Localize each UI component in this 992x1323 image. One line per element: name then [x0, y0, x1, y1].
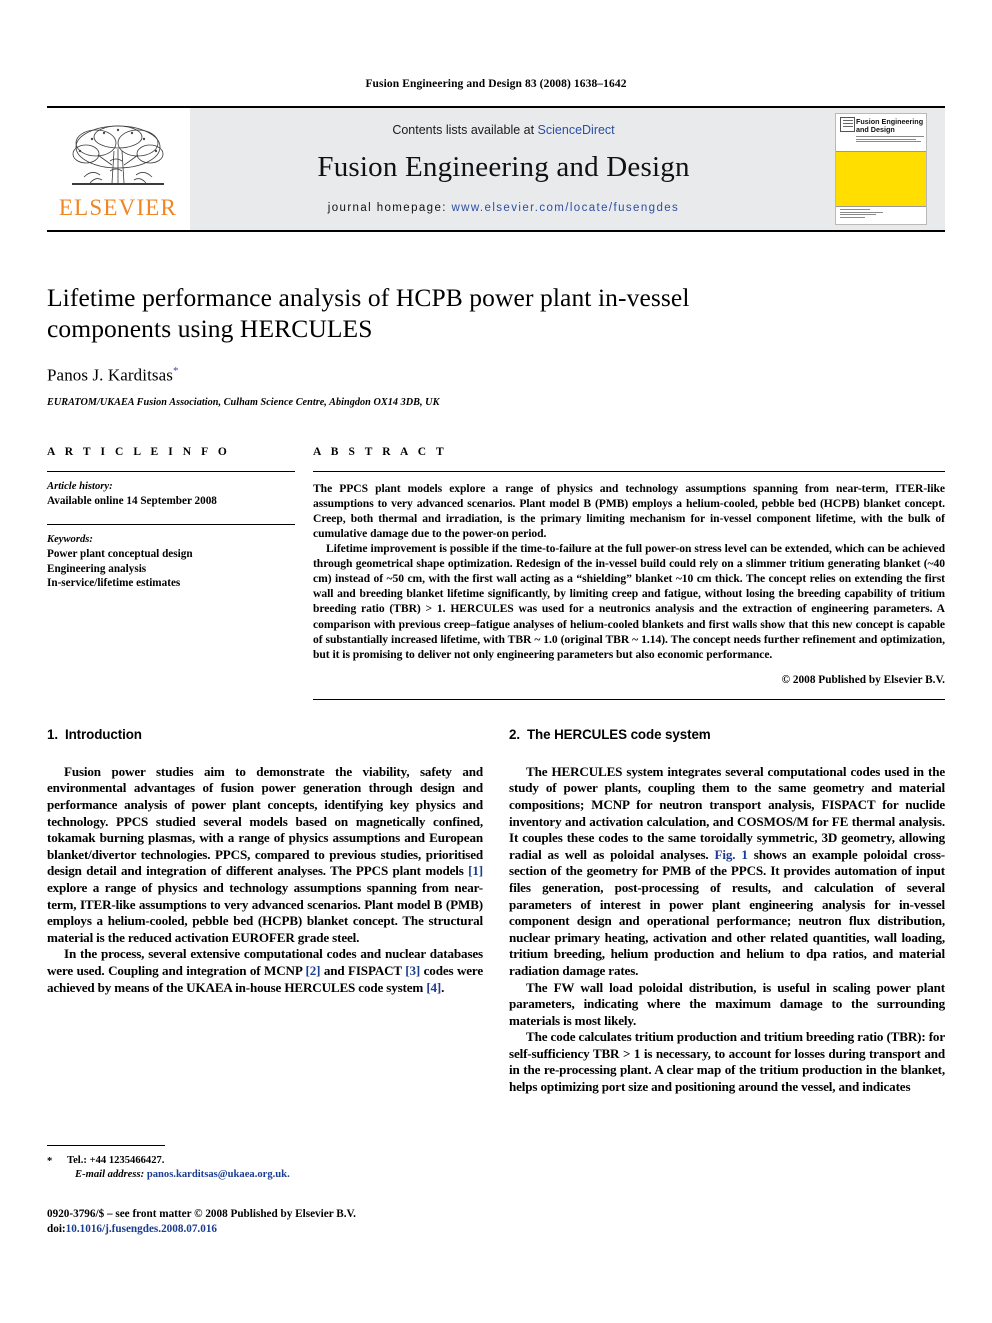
- body-paragraph: The HERCULES system integrates several c…: [509, 763, 945, 978]
- journal-cover-container: Fusion Engineering and Design: [817, 108, 945, 230]
- body-paragraph: The code calculates tritium production a…: [509, 1029, 945, 1095]
- keyword-item: Power plant conceptual design: [47, 548, 193, 561]
- issn-line: 0920-3796/$ – see front matter © 2008 Pu…: [47, 1207, 356, 1220]
- citation-link[interactable]: [3]: [405, 963, 420, 978]
- cover-bottom-band: [836, 206, 926, 224]
- section-title: The HERCULES code system: [526, 726, 711, 742]
- author-footnote-marker[interactable]: *: [173, 365, 179, 377]
- abstract-paragraph: The PPCS plant models explore a range of…: [313, 481, 945, 540]
- elsevier-wordmark: ELSEVIER: [58, 195, 178, 220]
- body-paragraph: In the process, several extensive comput…: [47, 946, 483, 995]
- footnote-star-marker: *: [47, 1155, 53, 1167]
- homepage-prefix: journal homepage:: [327, 201, 452, 214]
- footnote-rule: [47, 1144, 165, 1146]
- figure-link[interactable]: Fig. 1: [715, 847, 748, 862]
- doi-line: doi:10.1016/j.fusengdes.2008.07.016: [47, 1222, 483, 1237]
- article-info-heading: A R T I C L E I N F O: [47, 445, 231, 458]
- abstract-body: The PPCS plant models explore a range of…: [313, 470, 945, 662]
- body-columns: 1. Introduction Fusion power studies aim …: [47, 727, 945, 1235]
- paper-page: Fusion Engineering and Design 83 (2008) …: [0, 0, 992, 1323]
- footnote-email-label: E-mail address:: [75, 1169, 145, 1181]
- issn-doi-block: 0920-3796/$ – see front matter © 2008 Pu…: [47, 1207, 483, 1237]
- elsevier-logo: ELSEVIER: [47, 108, 189, 230]
- author-name: Panos J. Karditsas: [47, 365, 173, 385]
- body-column-left: 1. Introduction Fusion power studies aim …: [47, 727, 483, 1235]
- footnote-email-link[interactable]: panos.karditsas@ukaea.org.uk.: [147, 1169, 290, 1180]
- abstract-bottom-rule: [313, 698, 945, 700]
- abstract-copyright: © 2008 Published by Elsevier B.V.: [781, 673, 945, 686]
- section-title: Introduction: [64, 726, 142, 742]
- footnote-tel-text: Tel.: +44 1235466427.: [67, 1154, 165, 1166]
- sciencedirect-link[interactable]: ScienceDirect: [538, 123, 615, 137]
- keywords-group: Keywords: Power plant conceptual design …: [47, 524, 295, 591]
- running-head: Fusion Engineering and Design 83 (2008) …: [365, 78, 627, 90]
- abstract-heading: A B S T R A C T: [313, 445, 448, 458]
- keyword-item: Engineering analysis: [47, 562, 147, 575]
- article-history-value: Available online 14 September 2008: [47, 494, 217, 507]
- section-heading-hercules: 2. The HERCULES code system: [509, 727, 945, 742]
- cover-subtitle-lines: [856, 136, 924, 144]
- cover-journal-title: Fusion Engineering and Design: [856, 117, 924, 135]
- masthead-center: Contents lists available at ScienceDirec…: [189, 108, 817, 230]
- cover-logo-icon: [840, 117, 855, 132]
- keywords-label: Keywords:: [47, 534, 93, 546]
- doi-prefix: doi:: [47, 1222, 66, 1235]
- homepage-url-link[interactable]: www.elsevier.com/locate/fusengdes: [451, 202, 679, 214]
- elsevier-tree-icon: [72, 125, 164, 185]
- section-body-hercules: The HERCULES system integrates several c…: [509, 764, 945, 1096]
- body-paragraph: The FW wall load poloidal distribution, …: [509, 979, 945, 1028]
- contents-available-line: Contents lists available at ScienceDirec…: [392, 123, 614, 137]
- journal-homepage-line: journal homepage: www.elsevier.com/locat…: [328, 202, 679, 214]
- author-affiliation: EURATOM/UKAEA Fusion Association, Culham…: [47, 396, 440, 408]
- section-number: 2.: [509, 726, 520, 742]
- journal-cover-thumbnail[interactable]: Fusion Engineering and Design: [835, 113, 927, 225]
- cover-top-band: Fusion Engineering and Design: [836, 114, 926, 152]
- section-heading-introduction: 1. Introduction: [47, 727, 483, 742]
- article-history-group: Article history: Available online 14 Sep…: [47, 470, 295, 509]
- section-number: 1.: [47, 726, 58, 742]
- page-title: Lifetime performance analysis of HCPB po…: [47, 283, 690, 343]
- contents-prefix: Contents lists available at: [392, 122, 538, 137]
- footnote-block: * Tel.: +44 1235466427. E-mail address: p…: [47, 1144, 483, 1237]
- citation-link[interactable]: [4]: [426, 980, 441, 995]
- article-history-label: Article history:: [47, 480, 113, 492]
- citation-link[interactable]: [2]: [306, 963, 321, 978]
- body-column-right: 2. The HERCULES code system The HERCULES …: [509, 727, 945, 1096]
- cover-yellow-block: [836, 152, 926, 206]
- info-abstract-region: A R T I C L E I N F O Article history: A…: [47, 446, 945, 700]
- abstract-paragraph: Lifetime improvement is possible if the …: [313, 542, 945, 661]
- article-info-column: A R T I C L E I N F O Article history: A…: [47, 446, 295, 700]
- journal-title: Fusion Engineering and Design: [317, 150, 690, 183]
- journal-masthead: ELSEVIER Contents lists available at Sci…: [47, 106, 945, 232]
- citation-link[interactable]: [1]: [468, 863, 483, 878]
- title-block: Lifetime performance analysis of HCPB po…: [47, 282, 945, 408]
- author-list: Panos J. Karditsas*: [47, 365, 945, 386]
- section-body-introduction: Fusion power studies aim to demonstrate …: [47, 764, 483, 996]
- footnote-tel: * Tel.: +44 1235466427.: [47, 1154, 483, 1169]
- abstract-column: A B S T R A C T The PPCS plant models ex…: [313, 446, 945, 700]
- keyword-item: In-service/lifetime estimates: [47, 577, 181, 590]
- doi-link[interactable]: 10.1016/j.fusengdes.2008.07.016: [66, 1223, 217, 1235]
- footnote-email: E-mail address: panos.karditsas@ukaea.or…: [47, 1168, 483, 1183]
- body-paragraph: Fusion power studies aim to demonstrate …: [47, 763, 483, 945]
